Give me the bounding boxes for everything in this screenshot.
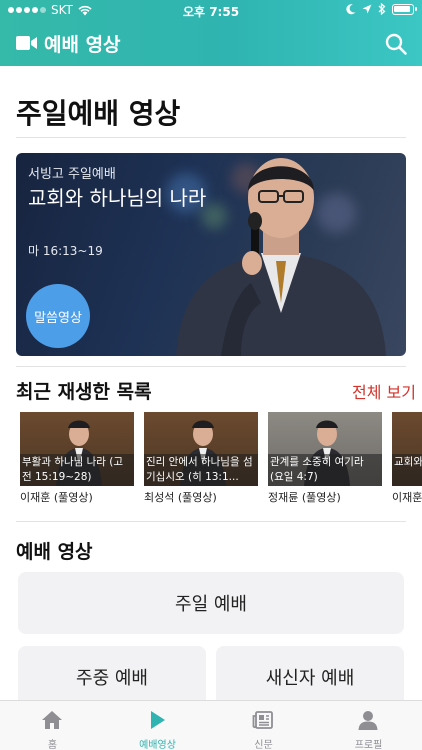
video-caption: 부활과 하나님 나라 (고전 15:19~28) bbox=[20, 454, 134, 486]
featured-title: 교회와 하나님의 나라 bbox=[28, 186, 207, 210]
app-bar-title: 예배 영상 bbox=[44, 34, 121, 56]
recent-item[interactable]: 진리 안에서 하나님을 섬기십시오 (히 13:1... 최성석 (풀영상) bbox=[144, 412, 258, 505]
video-thumbnail: 부활과 하나님 나라 (고전 15:19~28) bbox=[20, 412, 134, 486]
video-thumbnail: 관계를 소중히 여기라 (요일 4:7) bbox=[268, 412, 382, 486]
status-bar: SKT 오후 7:55 bbox=[0, 0, 422, 20]
featured-subtitle: 서빙고 주일예배 bbox=[28, 167, 116, 182]
tab-label: 예배영상 bbox=[139, 740, 176, 750]
bluetooth-icon bbox=[378, 3, 386, 15]
app-bar: 예배 영상 bbox=[0, 26, 422, 62]
tab-label: 신문 bbox=[254, 740, 273, 750]
video-thumbnail: 교회와 (마 16:1 bbox=[392, 412, 422, 486]
tab-label: 프로필 bbox=[354, 740, 383, 750]
video-caption: 진리 안에서 하나님을 섬기십시오 (히 13:1... bbox=[144, 454, 258, 486]
recent-section-title: 최근 재생한 목록 bbox=[16, 381, 152, 403]
video-camera-icon bbox=[16, 36, 37, 50]
speaker-label: 이재훈 (풀영상) bbox=[20, 491, 93, 504]
person-icon bbox=[358, 711, 378, 730]
divider bbox=[16, 366, 406, 367]
tab-worship-video[interactable]: 예배영상 bbox=[105, 701, 210, 750]
divider bbox=[16, 137, 406, 138]
video-caption: 교회와 (마 16:1 bbox=[392, 454, 422, 486]
newspaper-icon bbox=[252, 711, 273, 729]
sunday-worship-button[interactable]: 주일 예배 bbox=[18, 572, 404, 634]
app-screen: SKT 오후 7:55 예배 영상 주일예배 영상 서빙고 주일예배 교회와 하… bbox=[0, 0, 422, 750]
home-icon bbox=[42, 711, 62, 729]
tab-bar: 홈 예배영상 신문 프로필 bbox=[0, 700, 422, 750]
see-all-link[interactable]: 전체 보기 bbox=[352, 379, 416, 403]
featured-video-card[interactable]: 서빙고 주일예배 교회와 하나님의 나라 마 16:13~19 말씀영상 bbox=[16, 153, 406, 356]
recent-list: 부활과 하나님 나라 (고전 15:19~28) 이재훈 (풀영상) 진리 안에… bbox=[20, 412, 422, 508]
location-arrow-icon bbox=[362, 4, 372, 14]
recent-item[interactable]: 관계를 소중히 여기라 (요일 4:7) 정재륜 (풀영상) bbox=[268, 412, 382, 505]
speaker-label: 최성석 (풀영상) bbox=[144, 491, 217, 504]
search-icon[interactable] bbox=[384, 32, 408, 56]
divider bbox=[16, 521, 406, 522]
battery-icon bbox=[392, 3, 417, 15]
speaker-label: 정재륜 (풀영상) bbox=[268, 491, 341, 504]
play-icon bbox=[151, 711, 165, 729]
speaker-label: 이재훈 bbox=[392, 491, 422, 504]
worship-section-title: 예배 영상 bbox=[16, 541, 93, 563]
moon-icon bbox=[346, 3, 356, 14]
recent-item[interactable]: 부활과 하나님 나라 (고전 15:19~28) 이재훈 (풀영상) bbox=[20, 412, 134, 505]
midweek-worship-button[interactable]: 주중 예배 bbox=[18, 646, 206, 708]
featured-verse: 마 16:13~19 bbox=[28, 244, 103, 258]
page-title: 주일예배 영상 bbox=[16, 97, 181, 130]
tab-profile[interactable]: 프로필 bbox=[316, 701, 421, 750]
video-caption: 관계를 소중히 여기라 (요일 4:7) bbox=[268, 454, 382, 486]
newcomer-worship-button[interactable]: 새신자 예배 bbox=[216, 646, 404, 708]
tab-label: 홈 bbox=[47, 740, 58, 750]
sermon-video-badge[interactable]: 말씀영상 bbox=[26, 284, 90, 348]
tab-home[interactable]: 홈 bbox=[0, 701, 105, 750]
tab-newspaper[interactable]: 신문 bbox=[211, 701, 316, 750]
recent-item[interactable]: 교회와 (마 16:1 이재훈 bbox=[392, 412, 422, 505]
video-thumbnail: 진리 안에서 하나님을 섬기십시오 (히 13:1... bbox=[144, 412, 258, 486]
header: SKT 오후 7:55 예배 영상 bbox=[0, 0, 422, 66]
